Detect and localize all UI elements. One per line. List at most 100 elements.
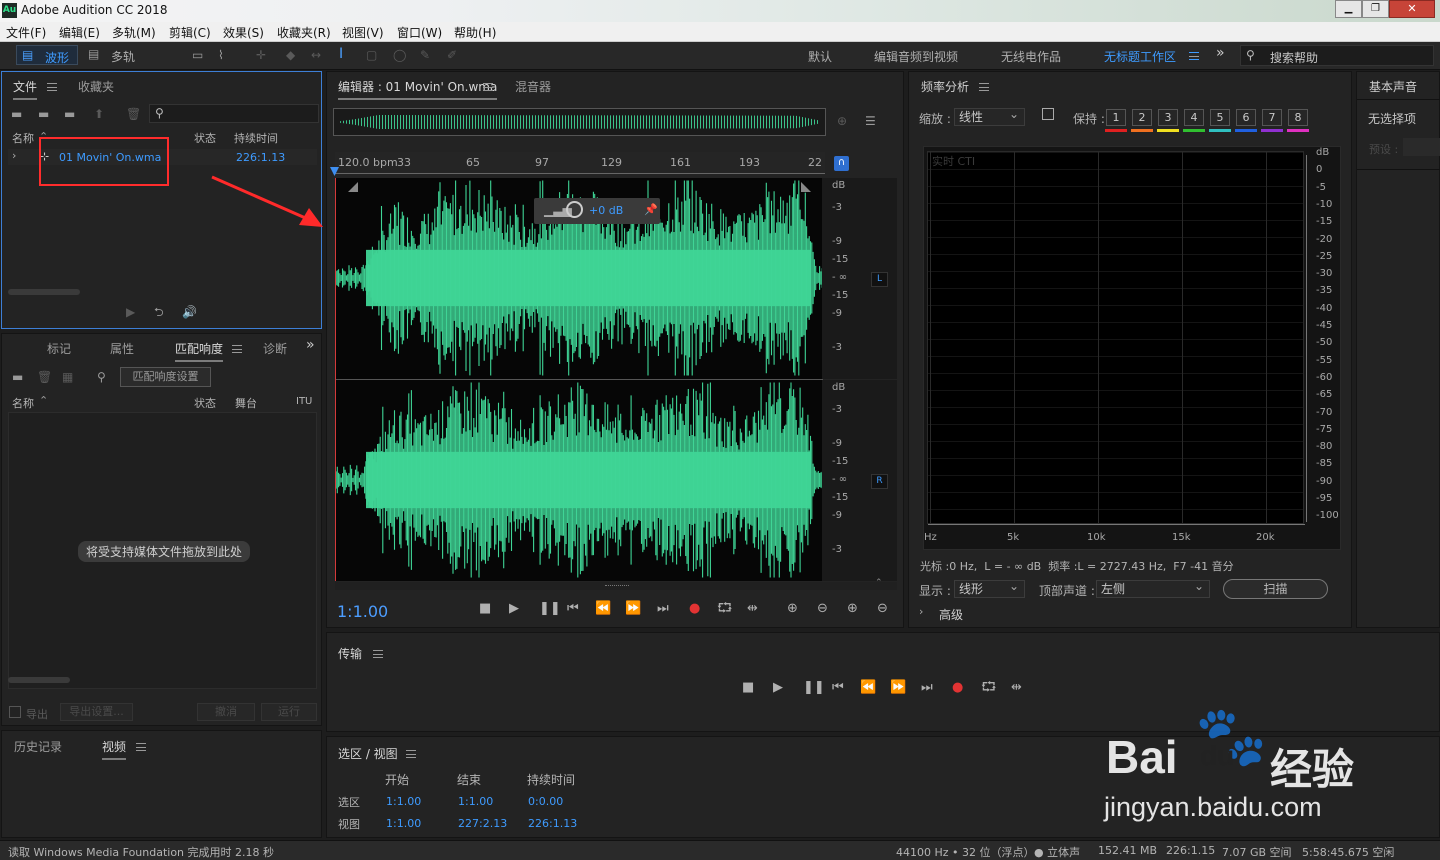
tab-match-loudness[interactable]: 匹配响度 [175,340,224,362]
workspace-menu-icon[interactable] [1189,52,1199,60]
time-selection-tool-icon[interactable]: I [339,47,343,61]
tab-history[interactable]: 历史记录 [14,738,62,755]
hold-button-2[interactable]: 2 [1132,109,1152,126]
more-workspaces-icon[interactable]: » [1216,45,1225,61]
maximize-button[interactable]: ❐ [1362,0,1389,18]
slip-tool-icon[interactable]: ↔ [311,48,321,62]
transport-loop-button[interactable]: ⮔ [981,681,996,695]
freq-panel-menu-icon[interactable] [979,83,989,91]
transport-record-button[interactable]: ● [952,681,963,695]
zoom-out-full-icon[interactable]: ⊖ [877,602,888,616]
lock-icon[interactable] [1042,108,1054,120]
selection-view-menu-icon[interactable] [406,750,416,758]
tab-diagnostics[interactable]: 诊断 [263,340,287,357]
view-end[interactable]: 227:2.13 [458,817,507,830]
column-stage[interactable]: 舞台 [235,395,257,411]
timeline-ruler[interactable]: 120.0 bpm 33 65 97 129 161 193 22 [335,152,825,174]
fast-forward-button[interactable]: ⏩ [625,602,641,616]
preset-select[interactable] [1403,138,1440,156]
gain-knob-icon[interactable] [566,201,583,218]
export-settings-button[interactable]: 导出设置... [60,703,133,721]
zoom-nav-icon[interactable]: ⊕ [837,114,847,128]
menu-view[interactable]: 视图(V) [342,24,384,41]
zoom-in-amplitude-icon[interactable]: ⊕ [787,602,798,616]
channel-l-badge[interactable]: L [871,272,888,287]
drop-zone[interactable]: 将受支持媒体文件拖放到此处 [8,412,317,689]
expand-chevron-icon[interactable]: › [12,149,16,162]
stop-button[interactable]: ■ [479,602,491,616]
brush-tool-icon[interactable]: ✎ [420,48,430,62]
editor-menu-icon[interactable] [483,83,493,91]
workspace-edit-audio-to-video[interactable]: 编辑音频到视频 [874,48,958,65]
history-panel-menu-icon[interactable] [136,743,146,751]
horizontal-scrollbar-2[interactable] [8,677,70,683]
tab-files[interactable]: 文件 [13,78,38,100]
transport-play-button[interactable]: ▶ [773,681,783,695]
spot-healing-tool-icon[interactable]: ✐ [447,48,457,62]
advanced-chevron-icon[interactable]: › [919,605,923,618]
pause-button[interactable]: ❚❚ [539,602,561,616]
export-checkbox[interactable] [9,706,21,718]
run-button[interactable]: 运行 [261,703,317,721]
scroll-thumb[interactable] [605,585,629,587]
remove-icon[interactable]: 🗑 [37,370,52,384]
hold-button-5[interactable]: 5 [1210,109,1230,126]
hold-button-1[interactable]: 1 [1106,109,1126,126]
channel-r-badge[interactable]: R [871,474,888,489]
selection-end[interactable]: 1:1.00 [458,795,493,808]
overview-bar[interactable] [333,108,826,136]
menu-file[interactable]: 文件(F) [6,24,46,41]
essential-sound-title[interactable]: 基本声音 [1369,78,1417,95]
open-file-icon[interactable]: ▬ [11,107,22,121]
workspace-untitled[interactable]: 无标题工作区 [1104,48,1176,65]
column-status[interactable]: 状态 [194,130,216,146]
menu-multitrack[interactable]: 多轨(M) [112,24,156,41]
transport-end-button[interactable]: ⏭ [921,681,933,695]
razor-tool-icon[interactable]: ◆ [286,48,295,62]
view-duration[interactable]: 226:1.13 [528,817,577,830]
selection-duration[interactable]: 0:0.00 [528,795,563,808]
view-start[interactable]: 1:1.00 [386,817,421,830]
menu-effects[interactable]: 效果(S) [223,24,264,41]
transport-skip-button[interactable]: ⇹ [1011,681,1022,695]
file-search-field[interactable]: ⚲ [149,104,319,123]
marquee-tool-icon[interactable]: ▢ [366,48,377,62]
multitrack-view-button[interactable]: ▤ 多轨 [82,45,142,65]
insert-into-multitrack-icon[interactable]: ⬆ [94,107,104,121]
menu-help[interactable]: 帮助(H) [454,24,496,41]
lasso-tool-icon[interactable]: ◯ [393,48,406,62]
hold-button-8[interactable]: 8 [1288,109,1308,126]
menu-window[interactable]: 窗口(W) [397,24,442,41]
scan-button[interactable]: 扫描 [1223,579,1328,599]
workspace-radio-production[interactable]: 无线电作品 [1001,48,1061,65]
horizontal-scrollbar[interactable] [8,289,80,295]
freq-panel-title[interactable]: 频率分析 [921,78,969,95]
spectral-display-icon[interactable]: ▭ [192,48,203,62]
current-time[interactable]: 1:1.00 [337,602,388,621]
match-loudness-settings-button[interactable]: 匹配响度设置 [120,367,211,387]
column-name-2[interactable]: 名称 [12,395,34,411]
hold-button-6[interactable]: 6 [1236,109,1256,126]
waveform-view-button[interactable]: ▤ 波形 [16,45,78,65]
waveform-display[interactable]: ▁▃▅ +0 dB 📌 [335,178,823,581]
hold-button-4[interactable]: 4 [1184,109,1204,126]
play-preview-icon[interactable]: ▶ [126,305,135,319]
loudness-search-icon[interactable]: ⚲ [97,370,106,384]
tab-properties[interactable]: 属性 [110,340,134,357]
loop-preview-icon[interactable]: ⮌ [154,305,164,319]
snap-toggle[interactable]: ∩ [834,156,849,171]
top-channel-select[interactable]: 左侧 [1096,578,1210,598]
display-select[interactable]: 线形 [954,578,1025,598]
tab-markers[interactable]: 标记 [47,340,71,357]
hold-button-3[interactable]: 3 [1158,109,1178,126]
go-to-start-button[interactable]: ⏮ [567,602,579,616]
open-folder-icon[interactable]: ▬ [12,370,23,384]
undo-button[interactable]: 撤消 [197,703,255,721]
clear-icon[interactable]: ▦ [62,370,73,384]
column-itu[interactable]: ITU [296,396,312,407]
zoom-in-time-icon[interactable]: ⊕ [847,602,858,616]
transport-rewind-button[interactable]: ⏪ [860,681,876,695]
zoom-select[interactable]: 线性 [954,106,1025,126]
tab-favorites[interactable]: 收藏夹 [78,78,114,95]
files-panel-menu-icon[interactable] [47,83,57,91]
